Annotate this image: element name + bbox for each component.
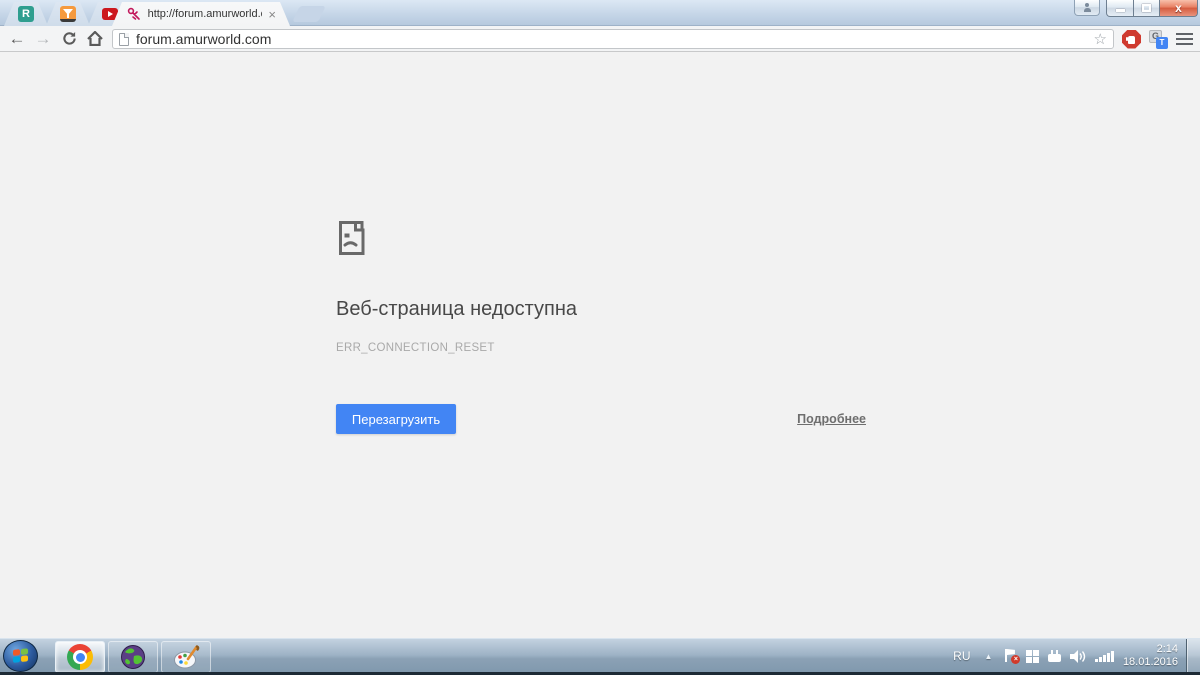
tray-date: 18.01.2016 — [1123, 656, 1178, 669]
paint-palette-icon — [173, 644, 200, 670]
chrome-icon — [67, 644, 93, 670]
home-icon — [87, 31, 103, 46]
volume-icon[interactable] — [1070, 650, 1086, 663]
chrome-menu-button[interactable] — [1176, 29, 1196, 49]
windows-tray-icon[interactable] — [1026, 650, 1039, 663]
active-tab[interactable]: http://forum.amurworld.com × — [112, 2, 290, 26]
hand-icon — [1128, 36, 1135, 44]
reload-icon — [62, 31, 77, 46]
page-icon[interactable] — [119, 33, 129, 46]
close-icon: x — [1175, 1, 1182, 15]
translate-t-card: T — [1156, 37, 1168, 49]
adblock-stop-icon[interactable] — [1122, 30, 1141, 49]
taskbar: RU ▲ × — [0, 638, 1200, 675]
sad-page-icon — [336, 218, 369, 263]
browser-frame: R http://forum.amurworld.com × — [0, 0, 1200, 26]
minimize-button[interactable] — [1106, 0, 1134, 17]
bookmark-star-icon[interactable]: ☆ — [1094, 30, 1107, 48]
error-actions: Перезагрузить Подробнее — [336, 404, 866, 434]
funnel-icon — [60, 6, 76, 22]
clock[interactable]: 2:14 18.01.2016 — [1123, 643, 1178, 669]
url-text: forum.amurworld.com — [136, 31, 1094, 47]
error-page: Веб-страница недоступна ERR_CONNECTION_R… — [0, 52, 1200, 638]
network-signal-icon[interactable] — [1095, 651, 1114, 662]
reload-page-button[interactable]: Перезагрузить — [336, 404, 456, 434]
extension-area: G T — [1122, 26, 1196, 52]
close-button[interactable]: x — [1159, 0, 1198, 17]
maximize-icon — [1142, 4, 1151, 12]
language-indicator[interactable]: RU — [953, 649, 970, 663]
address-bar[interactable]: forum.amurworld.com ☆ — [112, 29, 1114, 49]
show-desktop-button[interactable] — [1186, 639, 1200, 673]
globe-icon — [120, 644, 146, 670]
rambler-icon: R — [18, 6, 34, 22]
translate-extension-icon[interactable]: G T — [1149, 30, 1168, 49]
error-title: Веб-страница недоступна — [336, 298, 577, 321]
site-favicon — [126, 6, 142, 22]
taskbar-chrome-button[interactable] — [55, 641, 105, 673]
safely-remove-hardware-icon[interactable] — [1048, 650, 1061, 662]
reload-button[interactable] — [56, 27, 82, 51]
taskbar-globe-app-button[interactable] — [108, 641, 158, 673]
person-icon — [1084, 8, 1091, 12]
error-code: ERR_CONNECTION_RESET — [336, 342, 495, 354]
desktop: R http://forum.amurworld.com × — [0, 0, 1200, 675]
profile-button[interactable] — [1074, 0, 1100, 16]
forward-button[interactable]: → — [30, 27, 56, 51]
windows-flag-icon — [13, 648, 29, 664]
system-tray: RU ▲ × — [953, 639, 1200, 673]
details-link[interactable]: Подробнее — [797, 412, 866, 426]
tray-time: 2:14 — [1123, 643, 1178, 656]
tab-title: http://forum.amurworld.com — [148, 8, 263, 20]
home-button[interactable] — [82, 27, 108, 51]
start-button[interactable] — [3, 640, 38, 672]
action-center-flag-icon[interactable]: × — [1004, 649, 1017, 663]
pinned-tab-rambler[interactable]: R — [4, 2, 48, 26]
back-button[interactable]: ← — [4, 27, 30, 51]
browser-toolbar: ← → forum.amurworld.com ☆ G T — [0, 26, 1200, 52]
hidden-icons-arrow[interactable]: ▲ — [985, 652, 993, 661]
maximize-button[interactable] — [1133, 0, 1160, 17]
pinned-tab-funnel-site[interactable] — [46, 2, 90, 26]
tab-close-icon[interactable]: × — [268, 8, 276, 21]
new-tab-button[interactable] — [292, 6, 325, 22]
taskbar-paint-button[interactable] — [161, 641, 211, 673]
minimize-icon — [1116, 9, 1125, 12]
